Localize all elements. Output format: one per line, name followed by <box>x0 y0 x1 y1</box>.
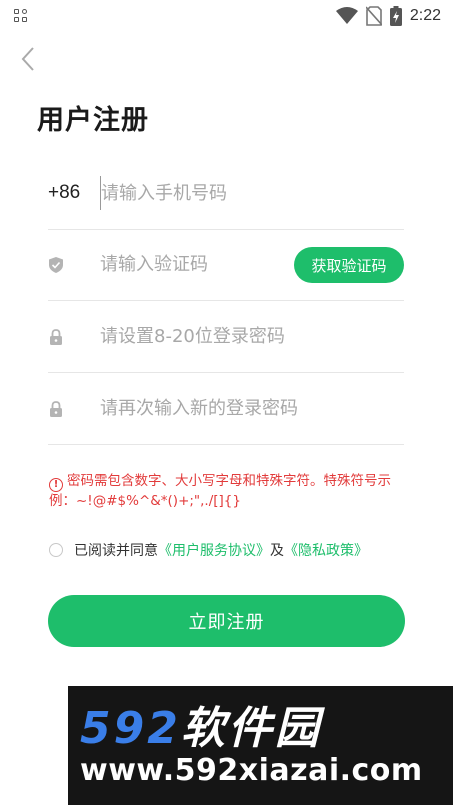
back-button[interactable] <box>14 44 42 74</box>
password-input[interactable] <box>100 319 400 353</box>
lock-icon <box>50 401 62 417</box>
phone-input[interactable] <box>100 176 290 210</box>
status-time: 2:22 <box>409 7 441 24</box>
warning-icon: ! <box>49 478 63 492</box>
chevron-left-icon <box>21 47 34 71</box>
watermark-brand: 592软件园 <box>80 692 322 756</box>
password-row <box>48 301 404 373</box>
watermark: 592软件园 www.592xiazai.com <box>68 686 453 805</box>
status-bar: 2:22 <box>0 0 453 32</box>
service-agreement-link[interactable]: 《用户服务协议》 <box>158 540 270 560</box>
watermark-url: www.592xiazai.com <box>80 753 423 788</box>
battery-charging-icon <box>389 6 402 26</box>
password-confirm-row <box>48 373 404 445</box>
privacy-policy-link[interactable]: 《隐私政策》 <box>284 540 368 560</box>
page-title: 用户注册 <box>37 105 149 136</box>
code-row: 获取验证码 <box>48 229 404 301</box>
password-rule-notice: ! 密码需包含数字、大小写字母和特殊字符。特殊符号示例：~!@#$%^&*()+;… <box>49 472 409 510</box>
agree-checkbox[interactable] <box>49 543 63 557</box>
wifi-icon <box>335 7 358 24</box>
password-confirm-input[interactable] <box>100 391 400 425</box>
agreement-and: 及 <box>270 543 284 559</box>
app-grid-icon <box>14 9 30 23</box>
agreement-prefix: 已阅读并同意 <box>74 543 158 559</box>
watermark-brand-number: 592 <box>80 703 181 754</box>
phone-row: +86 <box>48 158 404 230</box>
register-button[interactable]: 立即注册 <box>48 595 405 647</box>
shield-icon <box>49 257 63 273</box>
lock-icon <box>50 329 62 345</box>
country-code-prefix[interactable]: +86 <box>48 182 80 204</box>
verification-code-input[interactable] <box>100 247 290 281</box>
get-code-button[interactable]: 获取验证码 <box>294 247 404 283</box>
watermark-brand-name: 软件园 <box>180 703 322 754</box>
status-indicators: 2:22 <box>335 5 441 27</box>
agreement-row: 已阅读并同意 《用户服务协议》 及 《隐私政策》 <box>49 540 368 560</box>
no-sim-icon <box>365 6 382 26</box>
password-rule-text: 密码需包含数字、大小写字母和特殊字符。特殊符号示例：~!@#$%^&*()+;"… <box>49 473 391 509</box>
